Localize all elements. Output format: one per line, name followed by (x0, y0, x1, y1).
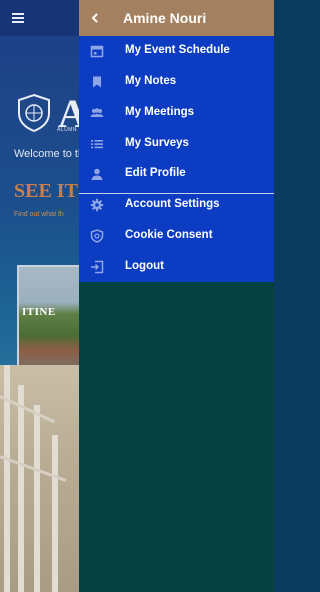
gear-icon (90, 198, 104, 212)
menu-item-my-meetings[interactable]: My Meetings (79, 98, 274, 129)
menu-item-label: My Surveys (125, 137, 189, 149)
bookmark-icon (93, 76, 101, 88)
menu-item-my-notes[interactable]: My Notes (79, 67, 274, 98)
people-icon (90, 108, 104, 117)
drawer-menu-list: My Event Schedule My Notes My Meetings M… (79, 36, 274, 282)
list-icon (91, 140, 103, 149)
menu-item-cookie-consent[interactable]: Cookie Consent (79, 221, 274, 252)
itinerary-card-title: ITINE (22, 306, 56, 318)
calendar-icon (90, 45, 104, 58)
menu-item-label: My Notes (125, 75, 177, 87)
logout-icon (91, 260, 104, 274)
menu-item-label: My Meetings (125, 106, 195, 118)
menu-item-logout[interactable]: Logout (79, 252, 274, 283)
menu-item-label: Account Settings (125, 198, 220, 210)
menu-item-label: Cookie Consent (125, 229, 213, 241)
menu-item-account-settings[interactable]: Account Settings (79, 190, 274, 221)
menu-item-label: Edit Profile (125, 167, 186, 179)
welcome-text: Welcome to th (14, 148, 85, 160)
navigation-drawer: Amine Nouri My Event Schedule My Notes M… (79, 0, 274, 592)
boardwalk-photo (0, 365, 80, 592)
menu-item-my-event-schedule[interactable]: My Event Schedule (79, 36, 274, 67)
menu-item-edit-profile[interactable]: Edit Profile (79, 159, 274, 190)
hamburger-menu-icon[interactable] (12, 13, 24, 23)
subheadline: Find out what th (14, 211, 64, 218)
drawer-header: Amine Nouri (79, 0, 274, 36)
chevron-left-icon[interactable] (88, 11, 102, 25)
shield-icon (90, 229, 104, 243)
menu-item-label: My Event Schedule (125, 44, 230, 56)
shield-logo-icon (18, 93, 50, 133)
headline: SEE IT (14, 180, 78, 202)
logo-subtext: ALUMN (57, 127, 78, 133)
user-name: Amine Nouri (123, 10, 207, 26)
person-icon (91, 168, 103, 180)
menu-item-my-surveys[interactable]: My Surveys (79, 129, 274, 160)
menu-item-label: Logout (125, 260, 164, 272)
